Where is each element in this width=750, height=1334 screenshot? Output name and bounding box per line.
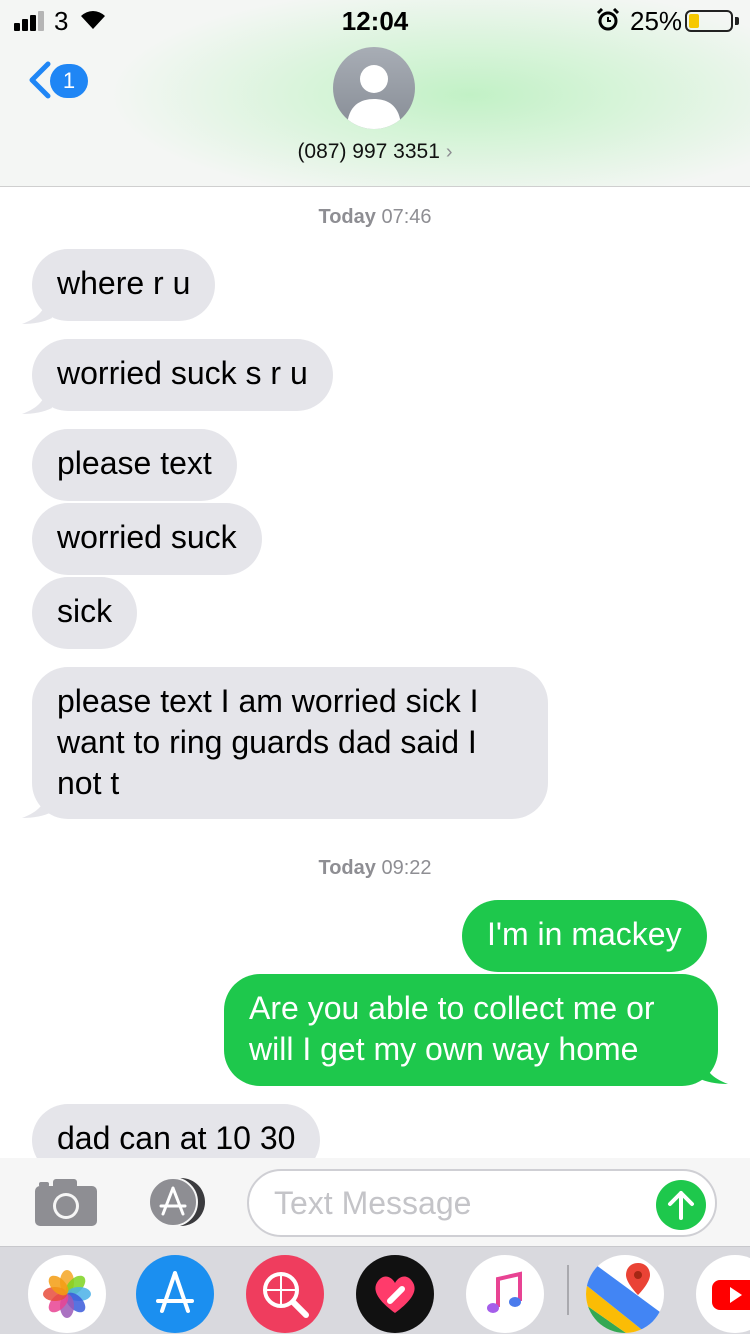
battery-percent: 25% — [630, 6, 683, 36]
bubble-tail — [22, 384, 52, 414]
status-bar: 3 12:04 25% — [0, 0, 750, 40]
person-silhouette-icon — [347, 65, 401, 129]
unread-badge[interactable]: 1 — [50, 64, 88, 98]
outgoing-message[interactable]: I'm in mackey — [462, 900, 707, 972]
messages-screen: 3 12:04 25% 1 (087) 997 3351 › Today 07:… — [0, 0, 750, 1334]
camera-icon[interactable] — [33, 1176, 99, 1228]
incoming-message[interactable]: sick — [32, 577, 138, 649]
photos-icon[interactable] — [28, 1255, 106, 1333]
digital-touch-icon[interactable] — [356, 1255, 434, 1333]
contact-number: (087) 997 3351 — [297, 140, 440, 163]
alarm-icon — [596, 8, 620, 31]
web-search-icon[interactable] — [246, 1255, 324, 1333]
youtube-icon[interactable] — [696, 1255, 750, 1333]
battery-tip — [735, 17, 739, 25]
incoming-message[interactable]: where r u — [32, 249, 216, 321]
maps-icon[interactable] — [586, 1255, 664, 1333]
send-button[interactable] — [656, 1180, 706, 1230]
battery-level — [689, 14, 699, 28]
compose-bar: Text Message — [0, 1158, 750, 1246]
contact-details-link[interactable]: (087) 997 3351 › — [0, 140, 750, 164]
message-thread[interactable]: Today 07:46 where r u worried suck s r u… — [0, 188, 750, 1176]
incoming-message[interactable]: worried suck s r u — [32, 339, 333, 411]
timestamp: Today 07:46 — [318, 206, 432, 228]
conversation-header: 3 12:04 25% 1 (087) 997 3351 › — [0, 0, 750, 187]
incoming-message[interactable]: please text — [32, 429, 237, 501]
chevron-right-icon: › — [445, 141, 453, 163]
message-placeholder: Text Message — [274, 1185, 472, 1221]
bubble-tail — [22, 788, 52, 818]
drawer-divider — [567, 1265, 569, 1315]
incoming-message[interactable]: please text I am worried sick I want to … — [32, 667, 548, 819]
bubble-tail — [22, 294, 52, 324]
app-store-icon[interactable] — [136, 1255, 214, 1333]
contact-avatar[interactable] — [333, 47, 415, 129]
bubble-tail — [698, 1054, 728, 1084]
music-icon[interactable] — [466, 1255, 544, 1333]
incoming-message[interactable]: worried suck — [32, 503, 262, 575]
imessage-app-drawer — [0, 1246, 750, 1334]
app-store-icon[interactable] — [141, 1176, 211, 1228]
send-arrow-icon — [668, 1191, 694, 1220]
outgoing-message[interactable]: Are you able to collect me or will I get… — [224, 974, 718, 1086]
timestamp: Today 09:22 — [318, 857, 432, 879]
battery-icon — [685, 10, 733, 32]
message-input[interactable]: Text Message — [247, 1169, 717, 1237]
